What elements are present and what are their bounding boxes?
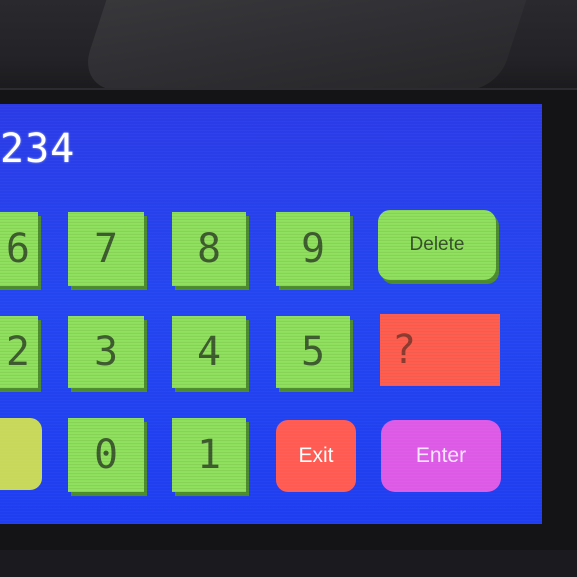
- key-left-partial[interactable]: [0, 418, 42, 490]
- key-1[interactable]: 1: [172, 418, 246, 492]
- enter-button[interactable]: Enter: [381, 420, 501, 492]
- key-4[interactable]: 4: [172, 316, 246, 388]
- exit-button[interactable]: Exit: [276, 420, 356, 492]
- key-5[interactable]: 5: [276, 316, 350, 388]
- key-2[interactable]: 2: [0, 316, 38, 388]
- key-8[interactable]: 8: [172, 212, 246, 286]
- input-display: 234: [0, 126, 76, 172]
- key-6[interactable]: 6: [0, 212, 38, 286]
- keypad-screen: 234 6 7 8 9 Delete 2 3 4 5 ? 0 1 Exit En…: [0, 104, 542, 524]
- key-9[interactable]: 9: [276, 212, 350, 286]
- key-7[interactable]: 7: [68, 212, 144, 286]
- help-button[interactable]: ?: [380, 314, 500, 386]
- background-cloth: [77, 0, 533, 90]
- delete-button[interactable]: Delete: [378, 210, 496, 280]
- key-3[interactable]: 3: [68, 316, 144, 388]
- key-0[interactable]: 0: [68, 418, 144, 492]
